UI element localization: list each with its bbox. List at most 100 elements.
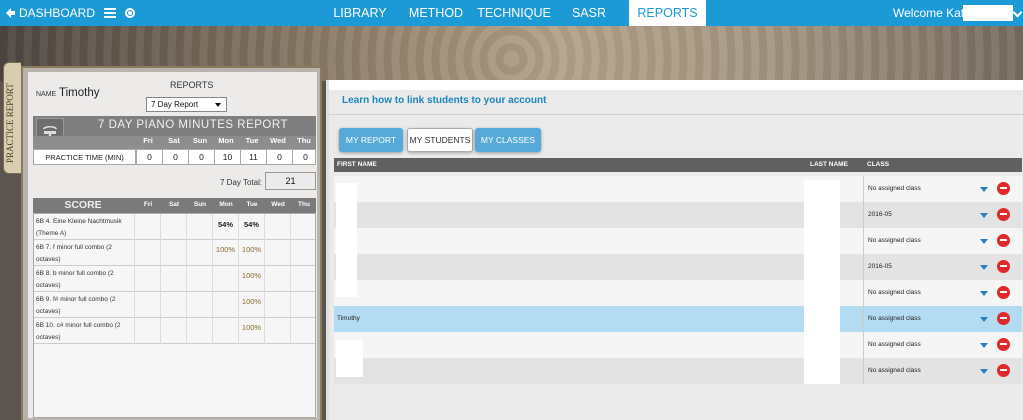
- class-select[interactable]: No assigned class: [863, 176, 990, 202]
- arrow-left-icon: [6, 8, 15, 18]
- nav-method[interactable]: METHOD: [400, 0, 472, 26]
- class-select[interactable]: No assigned class: [863, 228, 990, 254]
- remove-student-icon[interactable]: [997, 234, 1010, 247]
- redacted-first-names: [336, 183, 357, 297]
- practice-time-cell: 0: [292, 150, 318, 164]
- dropdown-arrow-icon: [215, 103, 221, 107]
- dashboard-label: DASHBOARD: [19, 6, 96, 20]
- student-name: Timothy: [59, 87, 100, 99]
- practice-report-tab-label: PRACTICE REPORT: [5, 83, 15, 163]
- column-last-name: LAST NAME: [810, 161, 848, 168]
- account-name-box[interactable]: [963, 5, 1013, 21]
- table-row[interactable]: No assigned class: [334, 176, 1022, 202]
- dropdown-arrow-icon: [980, 239, 988, 244]
- minutes-days-header: Fri Sat Sun Mon Tue Wed Thu: [33, 136, 316, 149]
- remove-student-icon[interactable]: [997, 260, 1010, 273]
- class-select[interactable]: 2016-05: [863, 254, 990, 280]
- score-title: SCORE: [64, 199, 102, 211]
- redacted-last-names: [804, 180, 840, 384]
- reports-label: REPORTS: [170, 80, 214, 90]
- nav-sasr[interactable]: SASR: [560, 0, 618, 26]
- day-header: Wed: [270, 136, 286, 145]
- score-row: 6B 9. f# minor full combo (2 octaves) 10…: [34, 292, 315, 318]
- dropdown-arrow-icon: [980, 369, 988, 374]
- name-label: NAME: [36, 91, 57, 98]
- piece-name: 6B 9. f# minor full combo (2 octaves): [36, 296, 116, 315]
- score-cell: 54%: [212, 214, 238, 240]
- total-label: 7 Day Total:: [220, 178, 263, 187]
- class-select[interactable]: 2016-05: [863, 202, 990, 228]
- table-row[interactable]: 2016-05: [334, 254, 1022, 280]
- tab-my-students[interactable]: MY STUDENTS: [407, 128, 473, 152]
- score-cell: [212, 318, 238, 344]
- table-row[interactable]: Timothy No assigned class: [334, 306, 1022, 332]
- score-cell: 100%: [238, 266, 264, 292]
- first-name-cell: Timothy: [337, 315, 360, 322]
- score-row: 6B 8. b minor full combo (2 octaves) 100…: [34, 266, 315, 292]
- dropdown-arrow-icon: [980, 317, 988, 322]
- dashboard-link[interactable]: DASHBOARD: [6, 0, 95, 26]
- class-select[interactable]: No assigned class: [863, 332, 990, 358]
- class-select[interactable]: No assigned class: [863, 306, 990, 332]
- nav-library[interactable]: LIBRARY: [326, 0, 394, 26]
- practice-time-cell: 11: [240, 150, 266, 164]
- chevron-down-icon[interactable]: [1012, 7, 1023, 18]
- remove-student-icon[interactable]: [997, 338, 1010, 351]
- day-header: Thu: [297, 136, 311, 145]
- top-navigation-bar: DASHBOARD LIBRARY METHOD TECHNIQUE SASR …: [0, 0, 1023, 26]
- practice-time-row: PRACTICE TIME (MIN) 0 0 0 10 11 0 0: [33, 149, 316, 165]
- score-cell: 100%: [238, 240, 264, 266]
- score-row: 6B 4. Eine Kleine Nachtmusik (Theme A) 5…: [34, 214, 315, 240]
- table-row[interactable]: No assigned class: [334, 358, 1022, 384]
- total-value: 21: [265, 172, 316, 190]
- day-header: Fri: [143, 136, 153, 145]
- students-table-header: FIRST NAME LAST NAME CLASS: [334, 158, 1022, 172]
- dropdown-arrow-icon: [980, 187, 988, 192]
- class-select[interactable]: No assigned class: [863, 280, 990, 306]
- column-first-name: FIRST NAME: [337, 161, 377, 168]
- remove-student-icon[interactable]: [997, 286, 1010, 299]
- score-header: SCORE Fri Sat Sun Mon Tue Wed Thu: [33, 198, 316, 213]
- tab-my-report[interactable]: MY REPORT: [339, 128, 403, 152]
- class-select[interactable]: No assigned class: [863, 358, 990, 384]
- tab-my-classes[interactable]: MY CLASSES: [475, 128, 541, 152]
- remove-student-icon[interactable]: [997, 208, 1010, 221]
- remove-student-icon[interactable]: [997, 364, 1010, 377]
- table-row[interactable]: No assigned class: [334, 228, 1022, 254]
- nav-reports[interactable]: REPORTS: [629, 0, 706, 26]
- hamburger-menu-icon[interactable]: [104, 6, 116, 20]
- score-cell: [212, 266, 238, 292]
- score-day-header: Thu: [298, 201, 310, 208]
- score-cell: 54%: [238, 214, 264, 240]
- table-row[interactable]: 2016-05: [334, 202, 1022, 228]
- report-type-select[interactable]: 7 Day Report: [146, 97, 227, 112]
- link-students-help[interactable]: Learn how to link students to your accou…: [342, 95, 546, 106]
- dropdown-arrow-icon: [980, 265, 988, 270]
- piece-name: 6B 4. Eine Kleine Nachtmusik (Theme A): [36, 218, 122, 237]
- practice-time-cell: 0: [266, 150, 292, 164]
- piece-name: 6B 8. b minor full combo (2 octaves): [36, 270, 114, 289]
- score-day-header: Fri: [143, 201, 153, 208]
- minutes-report-title: 7 DAY PIANO MINUTES REPORT: [97, 119, 288, 131]
- table-row[interactable]: No assigned class: [334, 332, 1022, 358]
- table-row[interactable]: No assigned class: [334, 280, 1022, 306]
- score-cell: 100%: [212, 240, 238, 266]
- score-day-header: Sat: [168, 201, 180, 208]
- dropdown-arrow-icon: [980, 343, 988, 348]
- remove-student-icon[interactable]: [997, 182, 1010, 195]
- practice-report-tab[interactable]: PRACTICE REPORT: [3, 62, 21, 174]
- piece-name: 6B 10. c# minor full combo (2 octaves): [36, 322, 121, 341]
- score-day-header: Sun: [193, 201, 207, 208]
- day-header: Sat: [168, 136, 180, 145]
- practice-time-cell: 0: [188, 150, 214, 164]
- students-panel: Learn how to link students to your accou…: [326, 80, 1023, 420]
- practice-time-cell: 0: [136, 150, 162, 164]
- nav-technique[interactable]: TECHNIQUE: [476, 0, 552, 26]
- redacted-first-names: [336, 340, 363, 377]
- piece-name: 6B 7. f minor full combo (2 octaves): [36, 244, 112, 263]
- score-cell: 100%: [238, 292, 264, 318]
- practice-time-label: PRACTICE TIME (MIN): [34, 150, 136, 164]
- dropdown-arrow-icon: [980, 213, 988, 218]
- circle-dot-icon[interactable]: [125, 8, 135, 18]
- remove-student-icon[interactable]: [997, 312, 1010, 325]
